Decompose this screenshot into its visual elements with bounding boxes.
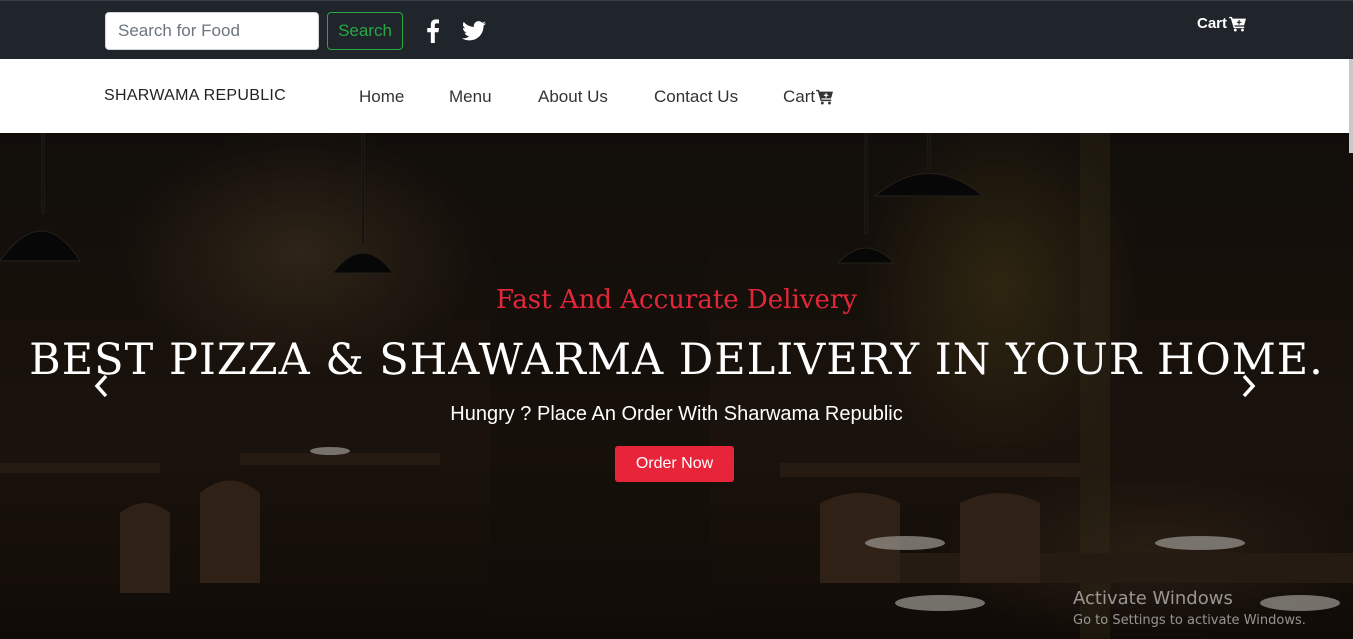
nav-cart[interactable]: Cart — [783, 87, 834, 107]
facebook-icon[interactable] — [423, 19, 443, 43]
nav-menu-label: Menu — [449, 87, 492, 106]
nav-about-us[interactable]: About Us — [538, 87, 608, 107]
hero-subtitle: Fast And Accurate Delivery — [496, 285, 857, 315]
search-button[interactable]: Search — [327, 12, 403, 50]
cart-icon — [816, 89, 834, 105]
restaurant-background-image — [0, 133, 1353, 639]
top-cart-link[interactable]: Cart — [1197, 15, 1247, 32]
nav-contact-us[interactable]: Contact Us — [654, 87, 738, 107]
cart-icon — [1229, 16, 1247, 32]
nav-home-label: Home — [359, 87, 405, 106]
hero-tagline: Hungry ? Place An Order With Sharwama Re… — [450, 403, 903, 425]
nav-home[interactable]: Home — [359, 87, 404, 107]
brand-logo[interactable]: SHARWAMA REPUBLIC — [104, 87, 286, 105]
page-scrollbar[interactable] — [1349, 59, 1353, 153]
main-navbar: SHARWAMA REPUBLIC Home Menu About Us Con… — [0, 59, 1353, 133]
watermark-line1: Activate Windows — [1073, 588, 1233, 609]
activate-windows-watermark: Activate Windows Go to Settings to activ… — [1073, 588, 1306, 628]
search-input[interactable] — [105, 12, 319, 50]
nav-menu[interactable]: Menu — [449, 87, 492, 107]
hero-carousel: Fast And Accurate Delivery BEST PIZZA & … — [0, 133, 1353, 639]
order-now-button[interactable]: Order Now — [615, 446, 734, 482]
nav-cart-label: Cart — [783, 87, 816, 106]
top-cart-label: Cart — [1197, 15, 1228, 32]
hero-title: BEST PIZZA & SHAWARMA DELIVERY IN YOUR H… — [29, 335, 1324, 385]
nav-about-label: About Us — [538, 87, 608, 106]
nav-contact-label: Contact Us — [654, 87, 739, 106]
top-bar: Search Cart — [0, 0, 1353, 59]
twitter-icon[interactable] — [462, 19, 486, 43]
watermark-line2: Go to Settings to activate Windows. — [1073, 613, 1306, 628]
